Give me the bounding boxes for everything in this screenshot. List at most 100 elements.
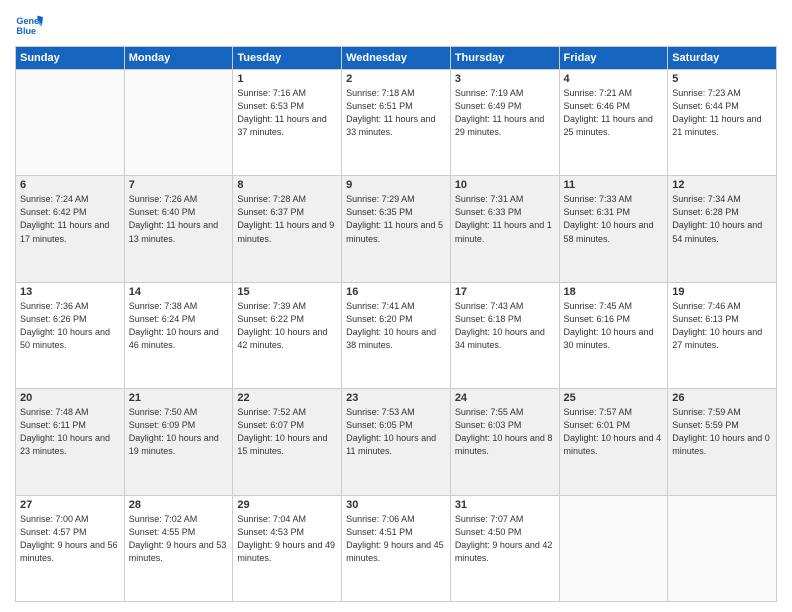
day-info: Sunrise: 7:55 AM Sunset: 6:03 PM Dayligh… xyxy=(455,406,555,458)
calendar-cell: 30 Sunrise: 7:06 AM Sunset: 4:51 PM Dayli… xyxy=(342,495,451,601)
day-number: 24 xyxy=(455,392,555,404)
calendar-cell: 24 Sunrise: 7:55 AM Sunset: 6:03 PM Dayli… xyxy=(450,389,559,495)
day-number: 4 xyxy=(564,73,664,85)
day-number: 12 xyxy=(672,179,772,191)
week-row-4: 20 Sunrise: 7:48 AM Sunset: 6:11 PM Dayli… xyxy=(16,389,777,495)
calendar-cell: 28 Sunrise: 7:02 AM Sunset: 4:55 PM Dayli… xyxy=(124,495,233,601)
calendar-cell: 5 Sunrise: 7:23 AM Sunset: 6:44 PM Daylig… xyxy=(668,70,777,176)
calendar-cell: 10Sunrise: 7:31 AM Sunset: 6:33 PM Dayli… xyxy=(450,176,559,282)
day-info: Sunrise: 7:45 AM Sunset: 6:16 PM Dayligh… xyxy=(564,300,664,352)
day-number: 15 xyxy=(237,286,337,298)
day-number: 28 xyxy=(129,499,229,511)
header-day-wednesday: Wednesday xyxy=(342,47,451,70)
day-info: Sunrise: 7:07 AM Sunset: 4:50 PM Dayligh… xyxy=(455,513,555,565)
day-info: Sunrise: 7:06 AM Sunset: 4:51 PM Dayligh… xyxy=(346,513,446,565)
day-number: 22 xyxy=(237,392,337,404)
day-info: Sunrise: 7:33 AM Sunset: 6:31 PM Dayligh… xyxy=(564,193,664,245)
calendar-cell: 1Sunrise: 7:16 AM Sunset: 6:53 PM Daylig… xyxy=(233,70,342,176)
day-info: Sunrise: 7:00 AM Sunset: 4:57 PM Dayligh… xyxy=(20,513,120,565)
header-day-tuesday: Tuesday xyxy=(233,47,342,70)
day-info: Sunrise: 7:48 AM Sunset: 6:11 PM Dayligh… xyxy=(20,406,120,458)
calendar-cell: 7Sunrise: 7:26 AM Sunset: 6:40 PM Daylig… xyxy=(124,176,233,282)
day-info: Sunrise: 7:34 AM Sunset: 6:28 PM Dayligh… xyxy=(672,193,772,245)
calendar-cell: 26 Sunrise: 7:59 AM Sunset: 5:59 PM Dayli… xyxy=(668,389,777,495)
header-day-sunday: Sunday xyxy=(16,47,125,70)
week-row-1: 1Sunrise: 7:16 AM Sunset: 6:53 PM Daylig… xyxy=(16,70,777,176)
page: General Blue SundayMondayTuesdayWednesda… xyxy=(0,0,792,612)
calendar-cell: 23 Sunrise: 7:53 AM Sunset: 6:05 PM Dayli… xyxy=(342,389,451,495)
day-info: Sunrise: 7:23 AM Sunset: 6:44 PM Dayligh… xyxy=(672,87,772,139)
day-info: Sunrise: 7:39 AM Sunset: 6:22 PM Dayligh… xyxy=(237,300,337,352)
svg-text:Blue: Blue xyxy=(16,26,36,36)
calendar-cell: 18Sunrise: 7:45 AM Sunset: 6:16 PM Dayli… xyxy=(559,282,668,388)
week-row-3: 13 Sunrise: 7:36 AM Sunset: 6:26 PM Dayli… xyxy=(16,282,777,388)
day-number: 31 xyxy=(455,499,555,511)
calendar-cell xyxy=(668,495,777,601)
calendar-cell: 25Sunrise: 7:57 AM Sunset: 6:01 PM Dayli… xyxy=(559,389,668,495)
day-info: Sunrise: 7:59 AM Sunset: 5:59 PM Dayligh… xyxy=(672,406,772,458)
calendar-cell xyxy=(124,70,233,176)
header-day-friday: Friday xyxy=(559,47,668,70)
day-info: Sunrise: 7:19 AM Sunset: 6:49 PM Dayligh… xyxy=(455,87,555,139)
day-info: Sunrise: 7:46 AM Sunset: 6:13 PM Dayligh… xyxy=(672,300,772,352)
day-number: 23 xyxy=(346,392,446,404)
day-number: 25 xyxy=(564,392,664,404)
day-info: Sunrise: 7:21 AM Sunset: 6:46 PM Dayligh… xyxy=(564,87,664,139)
day-info: Sunrise: 7:36 AM Sunset: 6:26 PM Dayligh… xyxy=(20,300,120,352)
day-number: 17 xyxy=(455,286,555,298)
header: General Blue xyxy=(15,10,777,38)
day-number: 26 xyxy=(672,392,772,404)
day-info: Sunrise: 7:29 AM Sunset: 6:35 PM Dayligh… xyxy=(346,193,446,245)
calendar-cell: 29Sunrise: 7:04 AM Sunset: 4:53 PM Dayli… xyxy=(233,495,342,601)
day-info: Sunrise: 7:02 AM Sunset: 4:55 PM Dayligh… xyxy=(129,513,229,565)
header-day-monday: Monday xyxy=(124,47,233,70)
day-number: 1 xyxy=(237,73,337,85)
calendar-cell: 19 Sunrise: 7:46 AM Sunset: 6:13 PM Dayli… xyxy=(668,282,777,388)
day-info: Sunrise: 7:52 AM Sunset: 6:07 PM Dayligh… xyxy=(237,406,337,458)
day-info: Sunrise: 7:50 AM Sunset: 6:09 PM Dayligh… xyxy=(129,406,229,458)
day-number: 5 xyxy=(672,73,772,85)
calendar-cell xyxy=(16,70,125,176)
calendar-cell: 31 Sunrise: 7:07 AM Sunset: 4:50 PM Dayli… xyxy=(450,495,559,601)
calendar-cell: 9 Sunrise: 7:29 AM Sunset: 6:35 PM Daylig… xyxy=(342,176,451,282)
day-number: 29 xyxy=(237,499,337,511)
day-number: 16 xyxy=(346,286,446,298)
day-info: Sunrise: 7:28 AM Sunset: 6:37 PM Dayligh… xyxy=(237,193,337,245)
header-day-thursday: Thursday xyxy=(450,47,559,70)
calendar-cell: 6Sunrise: 7:24 AM Sunset: 6:42 PM Daylig… xyxy=(16,176,125,282)
calendar-cell: 21Sunrise: 7:50 AM Sunset: 6:09 PM Dayli… xyxy=(124,389,233,495)
calendar-cell: 3 Sunrise: 7:19 AM Sunset: 6:49 PM Daylig… xyxy=(450,70,559,176)
logo-icon: General Blue xyxy=(15,10,43,38)
calendar-cell: 14 Sunrise: 7:38 AM Sunset: 6:24 PM Dayli… xyxy=(124,282,233,388)
calendar-cell xyxy=(559,495,668,601)
day-info: Sunrise: 7:18 AM Sunset: 6:51 PM Dayligh… xyxy=(346,87,446,139)
day-number: 9 xyxy=(346,179,446,191)
calendar-cell: 12 Sunrise: 7:34 AM Sunset: 6:28 PM Dayli… xyxy=(668,176,777,282)
day-number: 2 xyxy=(346,73,446,85)
day-number: 27 xyxy=(20,499,120,511)
calendar-cell: 8Sunrise: 7:28 AM Sunset: 6:37 PM Daylig… xyxy=(233,176,342,282)
calendar-cell: 11Sunrise: 7:33 AM Sunset: 6:31 PM Dayli… xyxy=(559,176,668,282)
calendar-cell: 27 Sunrise: 7:00 AM Sunset: 4:57 PM Dayli… xyxy=(16,495,125,601)
day-number: 14 xyxy=(129,286,229,298)
day-info: Sunrise: 7:53 AM Sunset: 6:05 PM Dayligh… xyxy=(346,406,446,458)
calendar-header-row: SundayMondayTuesdayWednesdayThursdayFrid… xyxy=(16,47,777,70)
logo: General Blue xyxy=(15,10,47,38)
day-number: 19 xyxy=(672,286,772,298)
calendar-cell: 17 Sunrise: 7:43 AM Sunset: 6:18 PM Dayli… xyxy=(450,282,559,388)
day-number: 13 xyxy=(20,286,120,298)
day-number: 30 xyxy=(346,499,446,511)
day-number: 3 xyxy=(455,73,555,85)
day-info: Sunrise: 7:24 AM Sunset: 6:42 PM Dayligh… xyxy=(20,193,120,245)
calendar-cell: 16Sunrise: 7:41 AM Sunset: 6:20 PM Dayli… xyxy=(342,282,451,388)
calendar-cell: 20 Sunrise: 7:48 AM Sunset: 6:11 PM Dayli… xyxy=(16,389,125,495)
calendar: SundayMondayTuesdayWednesdayThursdayFrid… xyxy=(15,46,777,602)
day-info: Sunrise: 7:43 AM Sunset: 6:18 PM Dayligh… xyxy=(455,300,555,352)
calendar-cell: 4 Sunrise: 7:21 AM Sunset: 6:46 PM Daylig… xyxy=(559,70,668,176)
week-row-5: 27 Sunrise: 7:00 AM Sunset: 4:57 PM Dayli… xyxy=(16,495,777,601)
day-number: 20 xyxy=(20,392,120,404)
week-row-2: 6Sunrise: 7:24 AM Sunset: 6:42 PM Daylig… xyxy=(16,176,777,282)
day-info: Sunrise: 7:26 AM Sunset: 6:40 PM Dayligh… xyxy=(129,193,229,245)
day-info: Sunrise: 7:38 AM Sunset: 6:24 PM Dayligh… xyxy=(129,300,229,352)
day-info: Sunrise: 7:31 AM Sunset: 6:33 PM Dayligh… xyxy=(455,193,555,245)
